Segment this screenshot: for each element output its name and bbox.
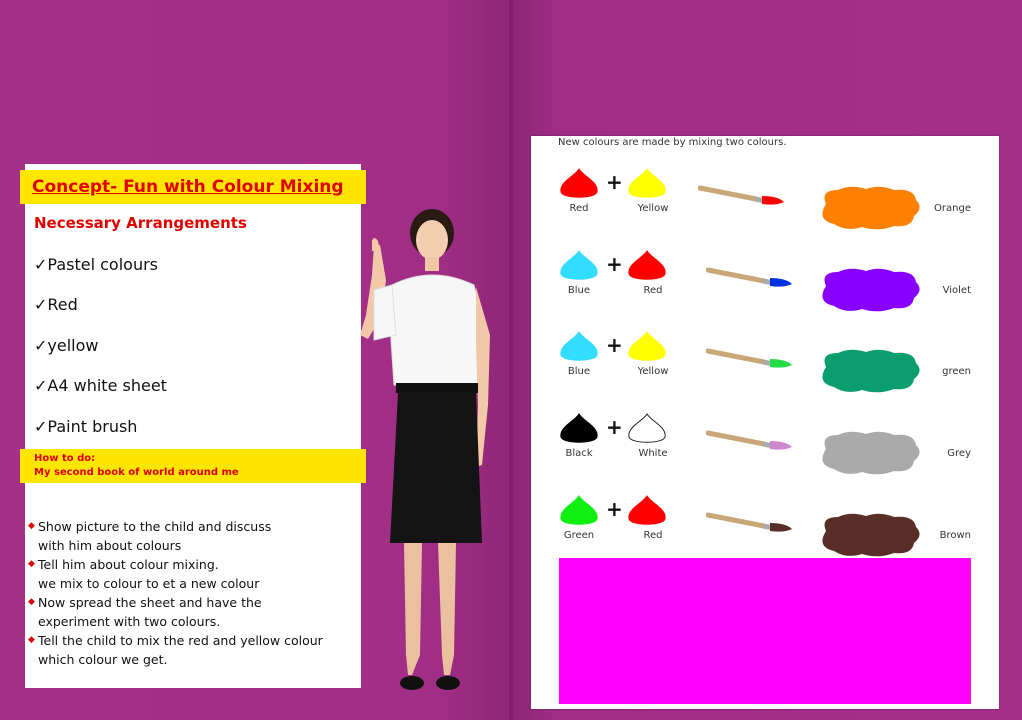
paint-drop-icon <box>560 250 598 280</box>
magenta-box <box>559 558 971 704</box>
mix-row: Red Yellow + Orange <box>0 168 1022 230</box>
colour-b-label: Yellow <box>637 366 669 377</box>
step-line: Tell the child to mix the red and yellow… <box>38 633 323 648</box>
paint-drop-icon <box>628 331 666 361</box>
mix-row: Blue Yellow + green <box>0 331 1022 393</box>
colour-b-label: Yellow <box>637 203 669 214</box>
plus-icon: + <box>606 252 623 276</box>
plus-icon: + <box>606 415 623 439</box>
paint-drop-icon <box>628 168 666 198</box>
result-blob-icon <box>822 349 920 393</box>
diamond-bullet-icon: ◆ <box>28 597 35 607</box>
result-blob-icon <box>822 186 920 230</box>
result-blob-icon <box>822 268 920 312</box>
result-blob-icon <box>822 431 920 475</box>
result-label: green <box>942 366 971 377</box>
colour-a-label: Blue <box>567 366 591 377</box>
result-label: Orange <box>934 203 971 214</box>
paint-drop-icon <box>560 168 598 198</box>
paint-drop-icon <box>628 413 666 443</box>
result-label: Brown <box>939 530 971 541</box>
diamond-bullet-icon: ◆ <box>28 559 35 569</box>
paint-brush-icon <box>706 267 792 287</box>
mix-row: Green Red + Brown <box>0 495 1022 557</box>
colour-a-label: Green <box>563 530 595 541</box>
paint-brush-icon <box>706 430 792 450</box>
intro-text: New colours are made by mixing two colou… <box>558 137 787 148</box>
colour-b-label: Red <box>643 285 663 296</box>
step-item: ◆ Tell the child to mix the red and yell… <box>28 631 358 669</box>
plus-icon: + <box>606 497 623 521</box>
step-line: which colour we get. <box>38 652 168 667</box>
diamond-bullet-icon: ◆ <box>28 635 35 645</box>
colour-b-label: White <box>638 448 668 459</box>
paint-drop-icon <box>628 250 666 280</box>
paint-brush-icon <box>706 512 792 532</box>
result-label: Violet <box>942 285 971 296</box>
plus-icon: + <box>606 170 623 194</box>
step-item: ◆ Tell him about colour mixing. we mix t… <box>28 555 358 593</box>
step-line: experiment with two colours. <box>38 614 221 629</box>
plus-icon: + <box>606 333 623 357</box>
colour-a-label: Red <box>569 203 589 214</box>
paint-drop-icon <box>628 495 666 525</box>
colour-a-label: Black <box>565 448 593 459</box>
step-item: ◆ Now spread the sheet and have the expe… <box>28 593 358 631</box>
paint-drop-icon <box>560 331 598 361</box>
colour-b-label: Red <box>643 530 663 541</box>
step-line: we mix to colour to et a new colour <box>38 576 260 591</box>
step-line: Tell him about colour mixing. <box>38 557 219 572</box>
mix-row: Black White + Grey <box>0 413 1022 475</box>
paint-brush-icon <box>698 185 784 205</box>
colour-a-label: Blue <box>567 285 591 296</box>
mix-row: Blue Red + Violet <box>0 250 1022 312</box>
step-line: Now spread the sheet and have the <box>38 595 262 610</box>
result-blob-icon <box>822 513 920 557</box>
paint-brush-icon <box>706 348 792 368</box>
paint-drop-icon <box>560 413 598 443</box>
result-label: Grey <box>947 448 971 459</box>
paint-drop-icon <box>560 495 598 525</box>
